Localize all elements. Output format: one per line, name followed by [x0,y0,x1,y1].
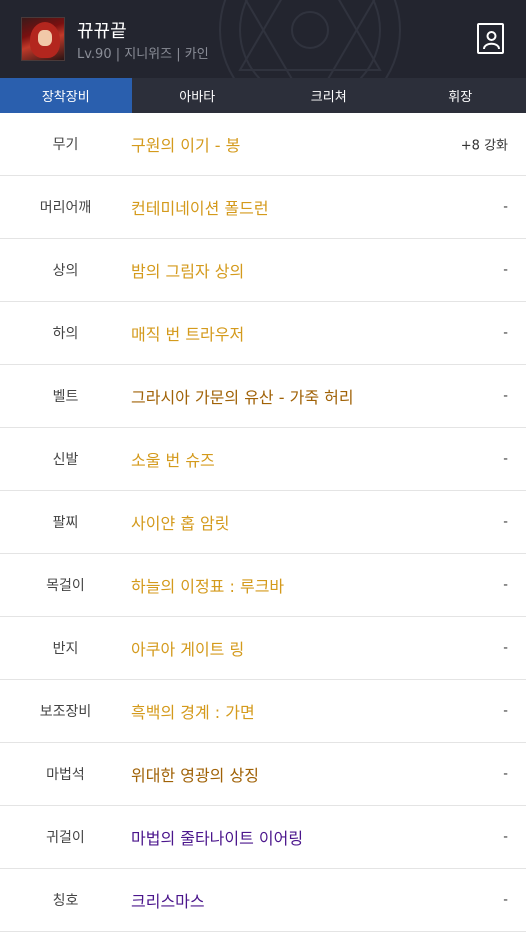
equipment-slot-label: 무기 [52,137,79,153]
tab-creature[interactable]: 크리쳐 [263,78,395,113]
equipment-row[interactable]: 마법석 위대한 영광의 상징 - [0,743,526,806]
equipment-slot-label: 목걸이 [46,578,85,594]
equipment-row[interactable]: 무기 구원의 이기 - 봉 +8 강화 [0,113,526,176]
equipment-item-name[interactable]: 매직 번 트라우저 [131,321,526,345]
equipment-row[interactable]: 팔찌 사이얀 홉 암릿 - [0,491,526,554]
equipment-slot-label: 신발 [52,452,79,468]
equipment-item-name[interactable]: 마법의 줄타나이트 이어링 [131,825,526,849]
equipment-row[interactable]: 반지 아쿠아 게이트 링- [0,617,526,680]
equipment-item-name[interactable]: 소울 번 슈즈 [131,447,526,471]
equipment-row[interactable]: 귀걸이 마법의 줄타나이트 이어링 - [0,806,526,869]
character-header: 뀨뀨끝 Lv.90 | 지니위즈 | 카인 [0,0,526,78]
character-info: Lv.90 | 지니위즈 | 카인 [77,47,209,62]
equipment-slot-label: 마법석 [46,767,85,783]
equipment-slot-label: 머리어깨 [39,200,92,216]
equipment-slot-label: 하의 [52,326,79,342]
equipment-row[interactable]: 목걸이 하늘의 이정표 : 루크바 - [0,554,526,617]
profile-button[interactable] [477,23,504,54]
character-avatar[interactable] [21,17,65,61]
equipment-item-name[interactable]: 위대한 영광의 상징 [131,762,526,786]
profile-card-icon [483,31,500,50]
equipment-row[interactable]: 하의 매직 번 트라우저 - [0,302,526,365]
equipment-slot-label: 반지 [52,641,79,657]
equipment-slot-label: 보조장비 [39,704,92,720]
equipment-slot-label: 팔찌 [52,515,79,531]
equipment-enhancement: - [503,892,508,908]
equipment-enhancement: - [503,325,508,341]
equipment-enhancement: - [503,514,508,530]
equipment-row[interactable]: 신발 소울 번 슈즈 - [0,428,526,491]
equipment-item-name[interactable]: 그라시아 가문의 유산 - 가죽 허리 [131,384,526,408]
equipment-item-name[interactable]: 컨테미네이션 폴드런 [131,195,526,219]
equipment-enhancement: - [503,199,508,215]
equipment-item-name[interactable]: 밤의 그림자 상의 [131,258,526,282]
tab-avatar[interactable]: 아바타 [132,78,264,113]
equipment-enhancement: - [503,388,508,404]
tab-insignia[interactable]: 휘장 [395,78,526,113]
equipment-item-name[interactable]: 아쿠아 게이트 링 [131,636,526,660]
equipment-enhancement: - [503,703,508,719]
equipment-item-name[interactable]: 하늘의 이정표 : 루크바 [131,573,526,597]
equipment-list: 무기 구원의 이기 - 봉 +8 강화 머리어깨 컨테미네이션 폴드런 - 상의 밤의 그림자… [0,113,526,932]
equipment-enhancement: - [503,829,508,845]
equipment-row[interactable]: 보조장비 흑백의 경계 : 가면 - [0,680,526,743]
equipment-slot-label: 상의 [52,263,79,279]
equipment-enhancement: - [503,640,508,656]
equipment-enhancement: - [503,766,508,782]
equipment-slot-label: 칭호 [52,893,79,909]
equipment-enhancement: - [503,577,508,593]
hexagram-emblem-icon [219,0,401,78]
tab-equipment[interactable]: 장착장비 [0,78,132,113]
equipment-row[interactable]: 벨트 그라시아 가문의 유산 - 가죽 허리 - [0,365,526,428]
equipment-row[interactable]: 머리어깨 컨테미네이션 폴드런 - [0,176,526,239]
equipment-enhancement: - [503,262,508,278]
equipment-row[interactable]: 칭호 크리스마스 - [0,869,526,932]
character-name: 뀨뀨끝 [77,21,127,42]
equipment-slot-label: 귀걸이 [46,830,85,846]
equipment-item-name[interactable]: 크리스마스 [131,888,526,912]
equipment-enhancement: +8 강화 [460,138,508,154]
equipment-enhancement: - [503,451,508,467]
equipment-item-name[interactable]: 사이얀 홉 암릿 [131,510,526,534]
equipment-row[interactable]: 상의 밤의 그림자 상의 - [0,239,526,302]
tab-bar: 장착장비 아바타 크리쳐 휘장 [0,78,526,113]
equipment-item-name[interactable]: 흑백의 경계 : 가면 [131,699,526,723]
equipment-slot-label: 벨트 [52,389,79,405]
avatar-face [38,30,52,46]
